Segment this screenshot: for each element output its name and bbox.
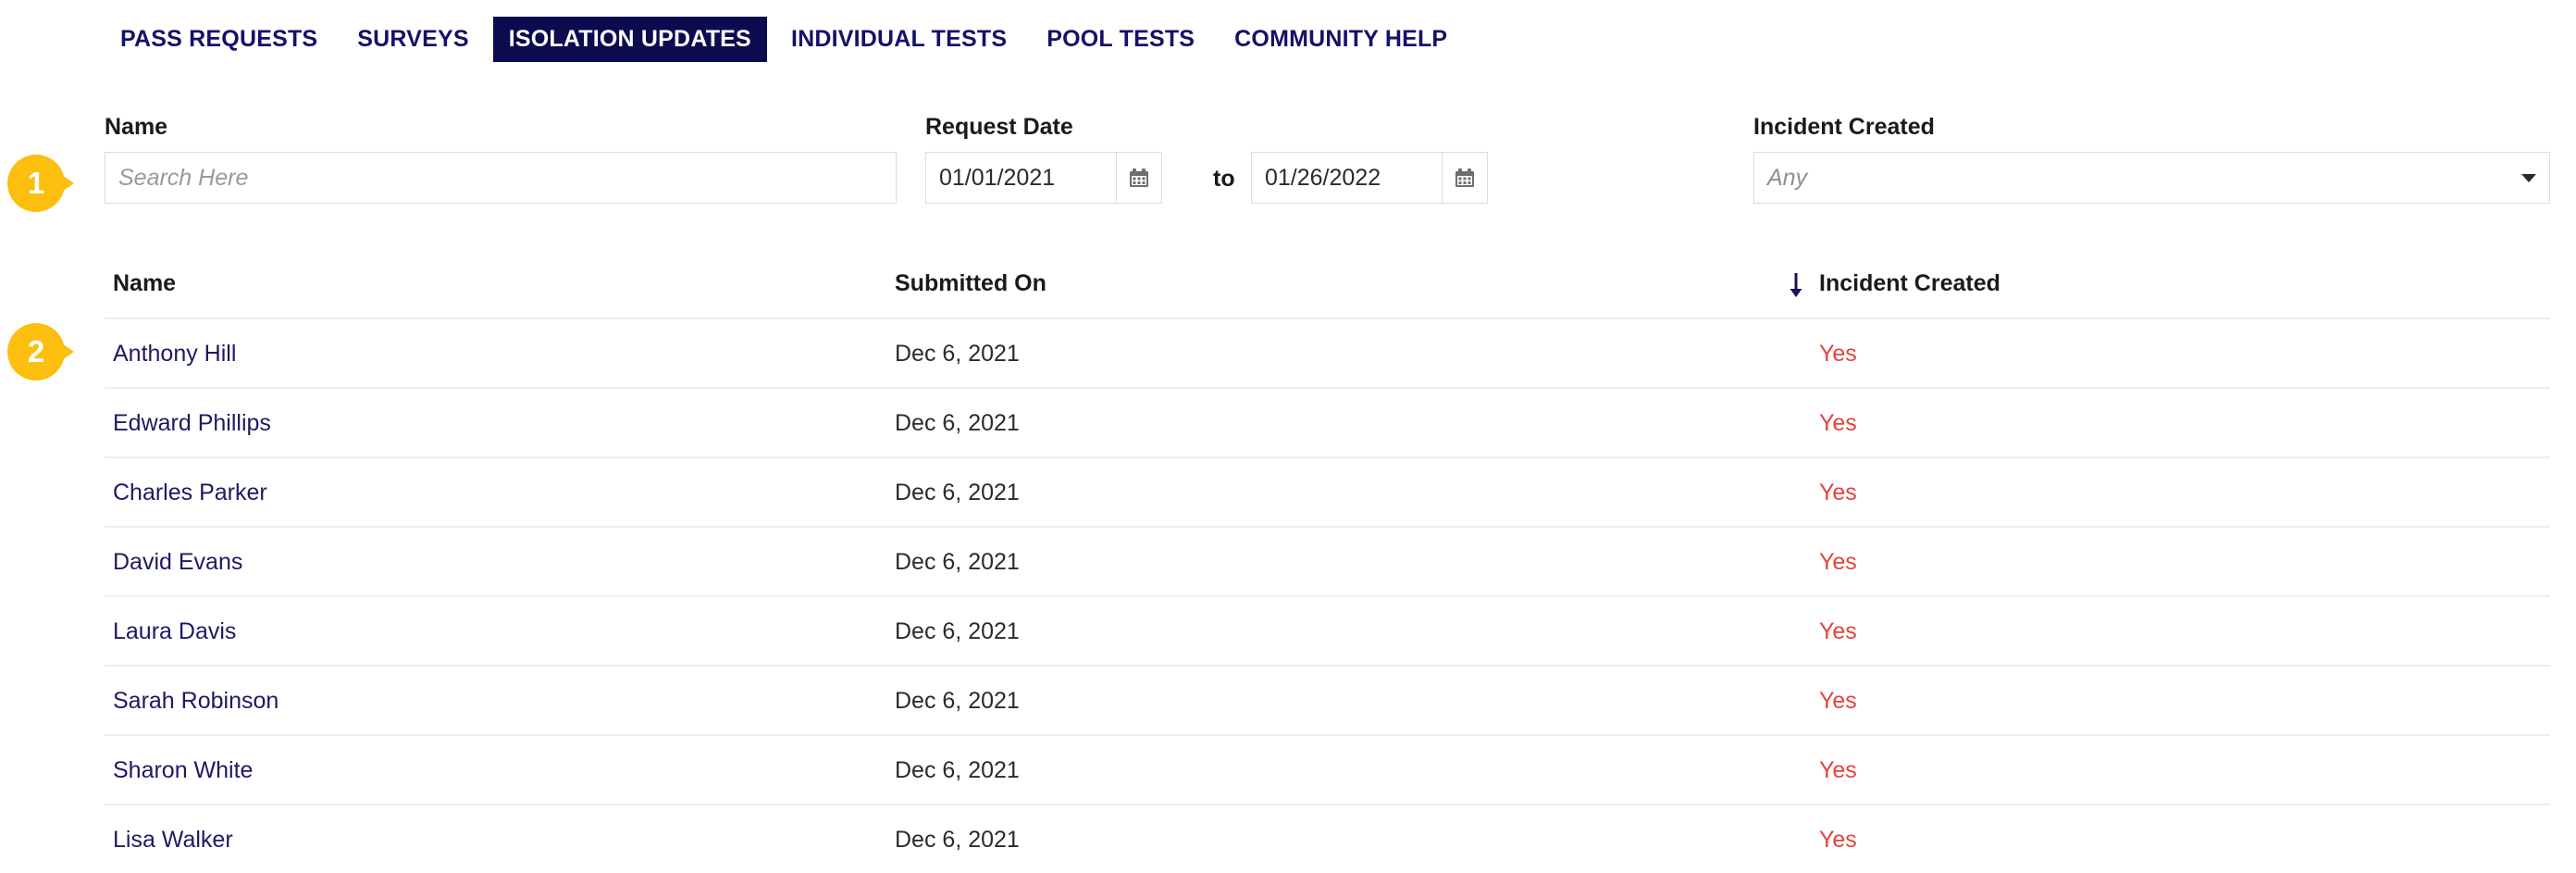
annotation-marker-2: 2 — [7, 323, 74, 380]
cell-name-link[interactable]: Anthony Hill — [113, 341, 236, 368]
primary-tab-bar: PASS REQUESTS SURVEYS ISOLATION UPDATES … — [0, 0, 2576, 78]
cell-name-link[interactable]: Sarah Robinson — [113, 688, 279, 715]
sort-descending-arrow-icon[interactable] — [1787, 271, 1805, 304]
column-header-incident-created[interactable]: Incident Created — [1819, 270, 2000, 297]
incident-created-label: Incident Created — [1753, 114, 1935, 140]
name-filter-label: Name — [105, 114, 168, 140]
table-row[interactable]: Edward Phillips Dec 6, 2021 Yes — [105, 387, 2550, 456]
marker-number: 1 — [27, 166, 45, 200]
calendar-icon — [1455, 168, 1474, 187]
cell-submitted-on: Dec 6, 2021 — [895, 480, 1020, 505]
date-from-input[interactable] — [925, 152, 1116, 204]
cell-incident-created: Yes — [1819, 341, 1857, 367]
column-header-name[interactable]: Name — [113, 270, 176, 297]
table-row[interactable]: Charles Parker Dec 6, 2021 Yes — [105, 456, 2550, 526]
cell-incident-created: Yes — [1819, 827, 1857, 853]
table-row[interactable]: David Evans Dec 6, 2021 Yes — [105, 526, 2550, 595]
tab-pass-requests[interactable]: PASS REQUESTS — [105, 17, 333, 62]
tab-individual-tests[interactable]: INDIVIDUAL TESTS — [775, 17, 1022, 62]
filter-bar: Name Request Date Incident Created Searc… — [0, 98, 2576, 218]
cell-name-link[interactable]: Sharon White — [113, 757, 253, 784]
tab-isolation-updates[interactable]: ISOLATION UPDATES — [492, 16, 767, 62]
date-from-group — [925, 152, 1162, 204]
tab-pool-tests[interactable]: POOL TESTS — [1031, 17, 1210, 62]
request-date-label: Request Date — [925, 114, 1073, 140]
incident-created-selected-value: Any — [1767, 164, 1808, 191]
table-row[interactable]: Sharon White Dec 6, 2021 Yes — [105, 734, 2550, 804]
tab-community-help[interactable]: COMMUNITY HELP — [1219, 17, 1463, 62]
date-range-separator: to — [1213, 166, 1235, 192]
tab-surveys[interactable]: SURVEYS — [341, 17, 484, 62]
cell-submitted-on: Dec 6, 2021 — [895, 757, 1020, 783]
cell-name-link[interactable]: Edward Phillips — [113, 410, 271, 437]
cell-submitted-on: Dec 6, 2021 — [895, 341, 1020, 367]
date-to-group — [1251, 152, 1488, 204]
cell-submitted-on: Dec 6, 2021 — [895, 618, 1020, 644]
table-row[interactable]: Sarah Robinson Dec 6, 2021 Yes — [105, 665, 2550, 734]
cell-name-link[interactable]: Laura Davis — [113, 618, 236, 645]
cell-name-link[interactable]: David Evans — [113, 549, 242, 576]
cell-incident-created: Yes — [1819, 618, 1857, 644]
cell-incident-created: Yes — [1819, 688, 1857, 714]
calendar-icon — [1130, 168, 1148, 187]
table-row[interactable]: Anthony Hill Dec 6, 2021 Yes — [105, 318, 2550, 387]
cell-name-link[interactable]: Charles Parker — [113, 480, 267, 506]
cell-incident-created: Yes — [1819, 410, 1857, 436]
incident-created-select[interactable]: Any — [1753, 152, 2550, 204]
table-row[interactable]: Laura Davis Dec 6, 2021 Yes — [105, 595, 2550, 665]
cell-name-link[interactable]: Lisa Walker — [113, 827, 233, 854]
column-header-submitted-on[interactable]: Submitted On — [895, 270, 1046, 297]
date-to-calendar-button[interactable] — [1442, 152, 1488, 204]
cell-incident-created: Yes — [1819, 549, 1857, 575]
cell-incident-created: Yes — [1819, 757, 1857, 783]
isolation-updates-table: Name Submitted On Incident Created Antho… — [105, 255, 2550, 873]
marker-number: 2 — [27, 334, 45, 368]
cell-submitted-on: Dec 6, 2021 — [895, 549, 1020, 575]
table-header-row: Name Submitted On Incident Created — [105, 255, 2550, 318]
search-input[interactable] — [105, 152, 897, 204]
annotation-marker-1: 1 — [7, 155, 74, 212]
date-to-input[interactable] — [1251, 152, 1442, 204]
date-from-calendar-button[interactable] — [1116, 152, 1162, 204]
table-body: Anthony Hill Dec 6, 2021 Yes Edward Phillip… — [105, 318, 2550, 873]
cell-submitted-on: Dec 6, 2021 — [895, 827, 1020, 853]
cell-incident-created: Yes — [1819, 480, 1857, 505]
arrow-down-icon — [1790, 273, 1802, 297]
table-row[interactable]: Lisa Walker Dec 6, 2021 Yes — [105, 804, 2550, 873]
chevron-down-icon — [2521, 173, 2536, 182]
cell-submitted-on: Dec 6, 2021 — [895, 410, 1020, 436]
cell-submitted-on: Dec 6, 2021 — [895, 688, 1020, 714]
